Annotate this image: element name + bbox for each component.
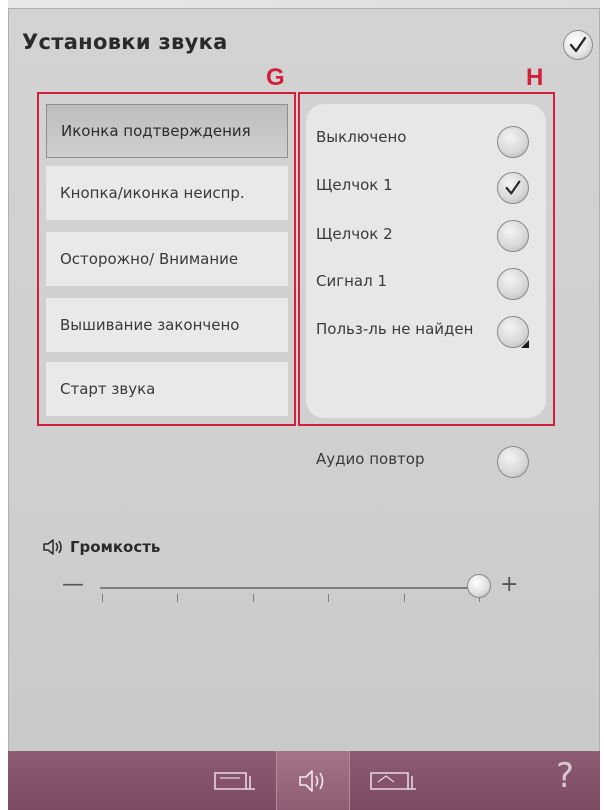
slider-tick <box>404 594 405 602</box>
embroidery-settings-button[interactable] <box>356 751 430 810</box>
speaker-icon <box>43 539 62 555</box>
category-label: Иконка подтверждения <box>61 122 251 140</box>
volume-slider-track[interactable] <box>100 587 480 589</box>
category-label: Вышивание закончено <box>60 316 240 334</box>
annotation-h: H <box>526 64 544 91</box>
confirm-button[interactable] <box>563 30 593 60</box>
volume-plus[interactable]: + <box>500 572 518 597</box>
slider-tick <box>177 594 178 602</box>
category-embroidery-done[interactable]: Вышивание закончено <box>46 298 288 352</box>
radio-click1[interactable] <box>497 172 529 204</box>
volume-minus[interactable]: — <box>62 572 84 597</box>
volume-label-group: Громкость <box>42 538 160 556</box>
option-label-click2: Щелчок 2 <box>316 225 393 243</box>
option-label-click1: Щелчок 1 <box>316 176 393 194</box>
help-icon[interactable]: ? <box>556 756 574 796</box>
radio-signal1[interactable] <box>497 268 529 300</box>
audio-repeat-label: Аудио повтор <box>316 450 425 468</box>
category-label: Старт звука <box>60 380 156 398</box>
category-label: Осторожно/ Внимание <box>60 250 239 268</box>
check-icon <box>505 180 521 195</box>
category-confirm-icon[interactable]: Иконка подтверждения <box>46 104 288 158</box>
slider-tick <box>102 594 103 602</box>
user-sound-corner-icon <box>521 340 529 348</box>
sound-settings-icon <box>299 769 324 792</box>
radio-user[interactable] <box>497 316 529 348</box>
volume-label: Громкость <box>70 538 161 556</box>
category-button-error[interactable]: Кнопка/иконка неиспр. <box>46 166 288 220</box>
machine-settings-icon <box>214 771 255 790</box>
audio-repeat-radio[interactable] <box>497 446 529 478</box>
radio-click2[interactable] <box>497 220 529 252</box>
annotation-g: G <box>266 64 285 91</box>
slider-tick <box>253 594 254 602</box>
confirm-check-icon <box>569 36 587 53</box>
machine-settings-button[interactable] <box>200 751 270 810</box>
embroidery-settings-icon <box>370 771 416 790</box>
category-label: Кнопка/иконка неиспр. <box>60 184 245 202</box>
option-label-off: Выключено <box>316 128 407 146</box>
category-start-sound[interactable]: Старт звука <box>46 362 288 416</box>
category-caution[interactable]: Осторожно/ Внимание <box>46 232 288 286</box>
top-strip <box>8 0 600 8</box>
sound-settings-button[interactable] <box>276 751 350 810</box>
option-label-signal1: Сигнал 1 <box>316 272 388 290</box>
radio-off[interactable] <box>497 126 529 158</box>
slider-tick <box>328 594 329 602</box>
volume-slider-handle[interactable] <box>467 574 491 598</box>
page-title: Установки звука <box>22 30 228 54</box>
option-label-user: Польз-ль не найден <box>316 320 474 338</box>
